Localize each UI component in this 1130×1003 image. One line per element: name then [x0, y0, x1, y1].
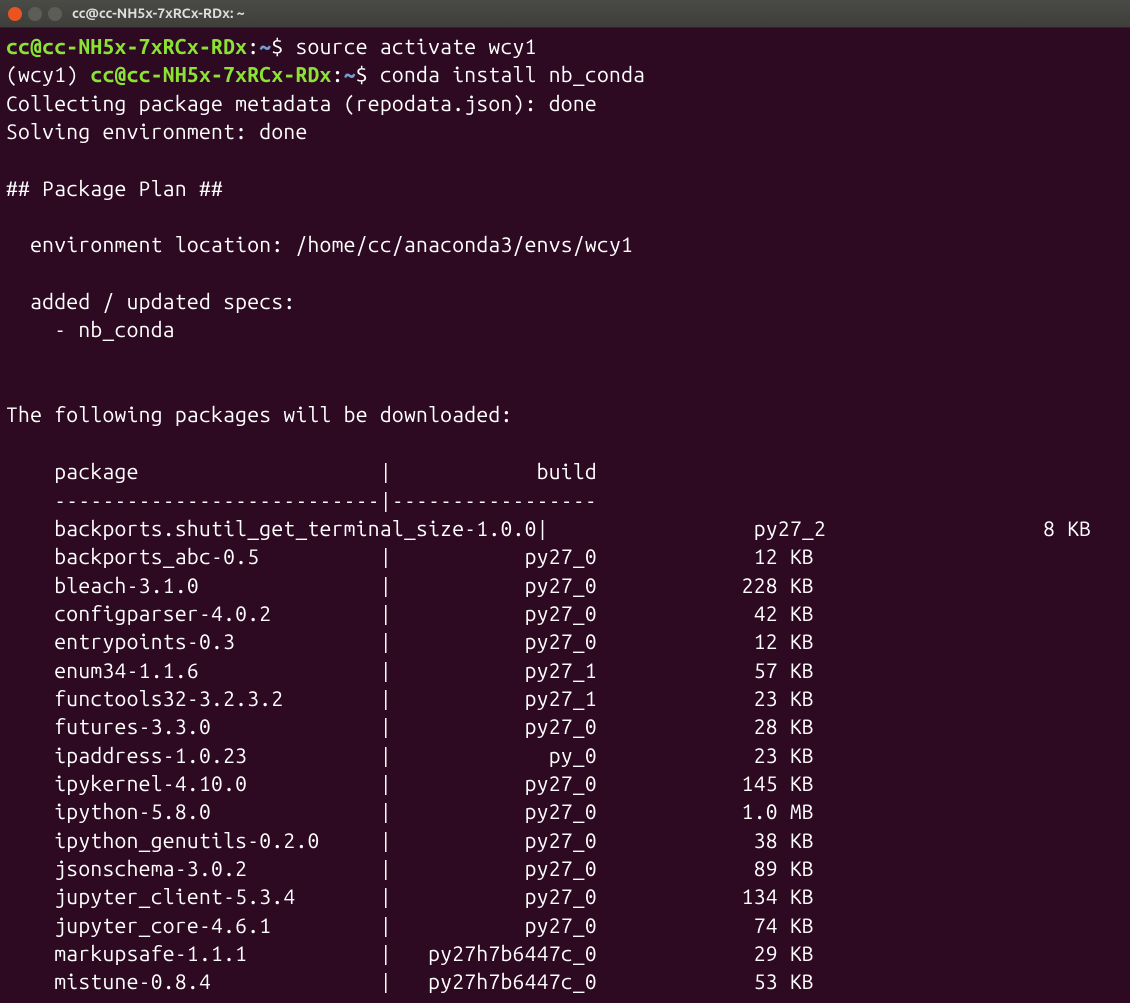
table-row: ipykernel-4.10.0 | py27_0 145 KB — [6, 771, 814, 795]
window-controls — [8, 7, 62, 21]
output-plan-header: ## Package Plan ## — [6, 176, 223, 200]
table-row: backports.shutil_get_terminal_size-1.0.0… — [6, 516, 1091, 540]
terminal-output[interactable]: cc@cc-NH5x-7xRCx-RDx:~$ source activate … — [0, 28, 1130, 1000]
titlebar: cc@cc-NH5x-7xRCx-RDx: ~ — [0, 0, 1130, 28]
prompt-path: ~ — [259, 34, 271, 58]
prompt-colon: : — [332, 62, 344, 86]
prompt-path: ~ — [344, 62, 356, 86]
table-row: jsonschema-3.0.2 | py27_0 89 KB — [6, 856, 814, 880]
table-row: functools32-3.2.3.2 | py27_1 23 KB — [6, 686, 814, 710]
output-spec: - nb_conda — [6, 317, 175, 341]
table-row: enum34-1.1.6 | py27_1 57 KB — [6, 658, 814, 682]
maximize-icon[interactable] — [48, 7, 62, 21]
prompt-dollar: $ — [356, 62, 368, 86]
table-row: jupyter_client-5.3.4 | py27_0 134 KB — [6, 884, 814, 908]
table-row: bleach-3.1.0 | py27_0 228 KB — [6, 573, 814, 597]
table-row: futures-3.3.0 | py27_0 28 KB — [6, 714, 814, 738]
prompt-userhost: cc@cc-NH5x-7xRCx-RDx — [6, 34, 247, 58]
prompt-colon: : — [247, 34, 259, 58]
table-row: ipython-5.8.0 | py27_0 1.0 MB — [6, 799, 814, 823]
output-download-header: The following packages will be downloade… — [6, 402, 513, 426]
table-header: package | build — [6, 459, 597, 483]
close-icon[interactable] — [8, 7, 22, 21]
prompt-line-1: cc@cc-NH5x-7xRCx-RDx:~$ source activate … — [6, 34, 537, 58]
output-added-updated: added / updated specs: — [6, 289, 295, 313]
table-row: entrypoints-0.3 | py27_0 12 KB — [6, 629, 814, 653]
window-title: cc@cc-NH5x-7xRCx-RDx: ~ — [72, 4, 245, 23]
package-list: backports.shutil_get_terminal_size-1.0.0… — [6, 514, 1124, 996]
prompt-userhost: cc@cc-NH5x-7xRCx-RDx — [90, 62, 331, 86]
table-row: jupyter_core-4.6.1 | py27_0 74 KB — [6, 913, 814, 937]
table-row: markupsafe-1.1.1 | py27h7b6447c_0 29 KB — [6, 941, 814, 965]
table-row: ipython_genutils-0.2.0 | py27_0 38 KB — [6, 828, 814, 852]
prompt-dollar: $ — [271, 34, 283, 58]
prompt-line-2: (wcy1) cc@cc-NH5x-7xRCx-RDx:~$ conda ins… — [6, 62, 645, 86]
output-collecting: Collecting package metadata (repodata.js… — [6, 91, 597, 115]
output-env-location: environment location: /home/cc/anaconda3… — [6, 232, 633, 256]
table-divider: ---------------------------|------------… — [6, 488, 597, 512]
output-solving: Solving environment: done — [6, 119, 308, 143]
minimize-icon[interactable] — [28, 7, 42, 21]
table-row: mistune-0.8.4 | py27h7b6447c_0 53 KB — [6, 969, 814, 993]
table-row: configparser-4.0.2 | py27_0 42 KB — [6, 601, 814, 625]
table-row: ipaddress-1.0.23 | py_0 23 KB — [6, 743, 814, 767]
prompt-env: (wcy1) — [6, 62, 90, 86]
command-text: conda install nb_conda — [380, 62, 645, 86]
table-row: backports_abc-0.5 | py27_0 12 KB — [6, 544, 814, 568]
command-text: source activate wcy1 — [295, 34, 536, 58]
